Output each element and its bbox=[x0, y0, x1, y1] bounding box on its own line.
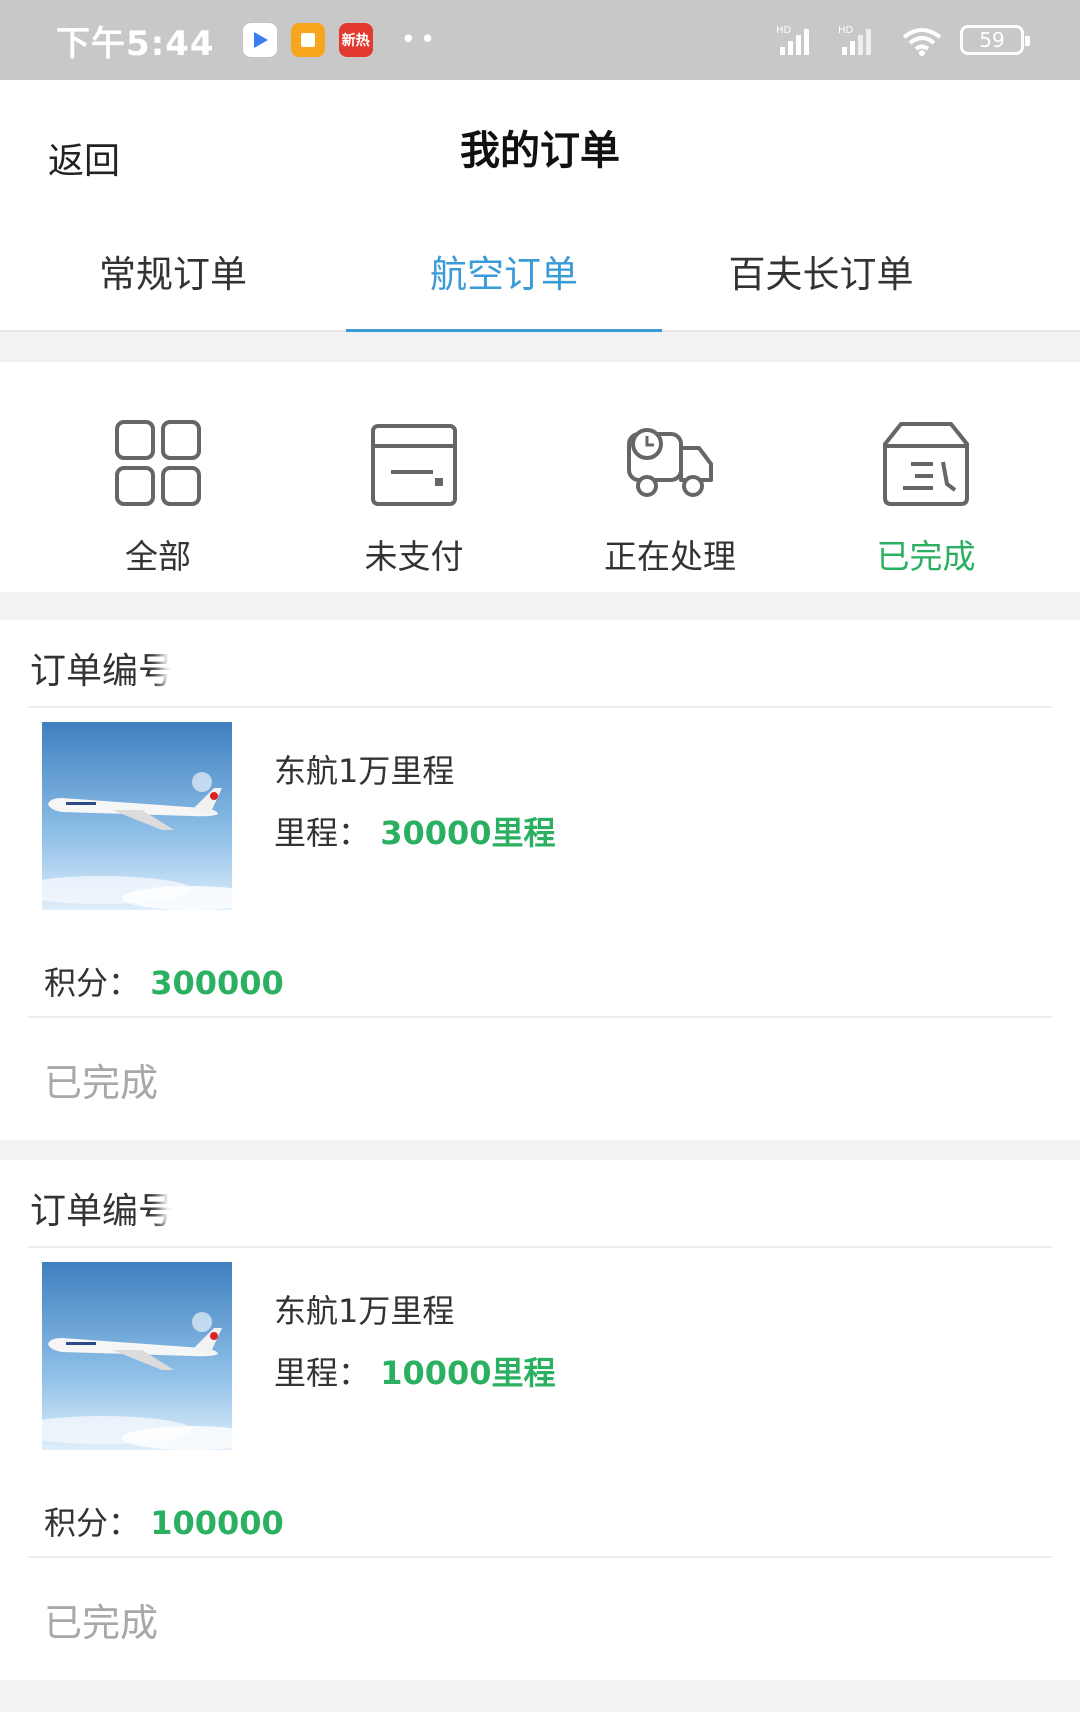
tab-flight-orders[interactable]: 航空订单 bbox=[346, 200, 662, 332]
mileage-label: 里程： bbox=[274, 814, 371, 852]
signal-icon: HD bbox=[776, 25, 809, 55]
truck-icon bbox=[627, 428, 713, 497]
tab-centurion-orders[interactable]: 百夫长订单 bbox=[662, 200, 980, 330]
svg-text:HD: HD bbox=[776, 25, 792, 36]
order-body: 东航1万里程 里程： 30000里程 积分： 300000 bbox=[0, 708, 1080, 1016]
notes-app-icon bbox=[290, 23, 325, 57]
battery-level: 59 bbox=[979, 28, 1005, 52]
points-label: 积分： bbox=[44, 964, 141, 1002]
wifi-icon bbox=[902, 28, 942, 56]
points-label: 积分： bbox=[44, 1504, 141, 1542]
order-card[interactable]: 订单编号 东航1万里程 里 bbox=[0, 620, 1080, 1140]
news-app-icon: 新热 bbox=[338, 23, 373, 57]
order-number-row: 订单编号 bbox=[0, 620, 1080, 706]
airplane-thumbnail bbox=[42, 1262, 232, 1450]
order-status: 已完成 bbox=[44, 1601, 159, 1645]
filter-completed-label: 已完成 bbox=[876, 537, 976, 576]
points-row: 积分： 100000 bbox=[44, 1498, 284, 1544]
battery-icon: 59 bbox=[960, 25, 1030, 55]
svg-text:HD: HD bbox=[838, 25, 854, 36]
mileage-row: 里程： 10000里程 bbox=[274, 1348, 556, 1394]
signal-2-icon: HD bbox=[838, 25, 871, 55]
app-header: 返回 我的订单 bbox=[0, 80, 1080, 200]
filter-unpaid-label: 未支付 bbox=[364, 537, 464, 576]
points-value: 100000 bbox=[150, 1504, 284, 1542]
order-card[interactable]: 订单编号 东航1万里程 里 bbox=[0, 1160, 1080, 1680]
order-status: 已完成 bbox=[44, 1061, 159, 1105]
video-app-icon bbox=[242, 23, 277, 57]
mileage-value: 30000里程 bbox=[380, 814, 556, 852]
product-name: 东航1万里程 bbox=[274, 1292, 455, 1330]
order-number-row: 订单编号 bbox=[0, 1160, 1080, 1246]
filter-all[interactable]: 全部 bbox=[30, 362, 286, 592]
redaction-blur bbox=[160, 1176, 460, 1228]
redaction-blur bbox=[160, 636, 460, 688]
order-tabs: 常规订单 航空订单 百夫长订单 bbox=[0, 200, 1080, 332]
status-filter-bar: 全部 未支付 正在处理 已完成 bbox=[0, 362, 1080, 592]
mileage-label: 里程： bbox=[274, 1354, 371, 1392]
more-notifications-icon: •• bbox=[400, 25, 440, 55]
status-bar: 下午5:44 新热 •• HD HD 59 bbox=[0, 0, 1080, 80]
mileage-value: 10000里程 bbox=[380, 1354, 556, 1392]
filter-completed[interactable]: 已完成 bbox=[798, 362, 1054, 592]
grid-icon bbox=[115, 420, 201, 506]
page-title: 我的订单 bbox=[460, 128, 620, 174]
points-value: 300000 bbox=[150, 964, 284, 1002]
tab-regular-orders[interactable]: 常规订单 bbox=[0, 200, 346, 330]
order-body: 东航1万里程 里程： 10000里程 积分： 100000 bbox=[0, 1248, 1080, 1556]
points-row: 积分： 300000 bbox=[44, 958, 284, 1004]
status-time: 下午5:44 bbox=[56, 23, 215, 64]
wallet-icon bbox=[371, 424, 457, 506]
filter-processing-label: 正在处理 bbox=[604, 537, 736, 576]
filter-processing[interactable]: 正在处理 bbox=[542, 362, 798, 592]
airplane-thumbnail bbox=[42, 722, 232, 910]
order-number-label: 订单编号 bbox=[30, 651, 175, 692]
box-icon bbox=[883, 422, 969, 506]
mileage-row: 里程： 30000里程 bbox=[274, 808, 556, 854]
product-name: 东航1万里程 bbox=[274, 752, 455, 790]
filter-unpaid[interactable]: 未支付 bbox=[286, 362, 542, 592]
order-number-label: 订单编号 bbox=[30, 1191, 175, 1232]
filter-all-label: 全部 bbox=[125, 537, 191, 576]
